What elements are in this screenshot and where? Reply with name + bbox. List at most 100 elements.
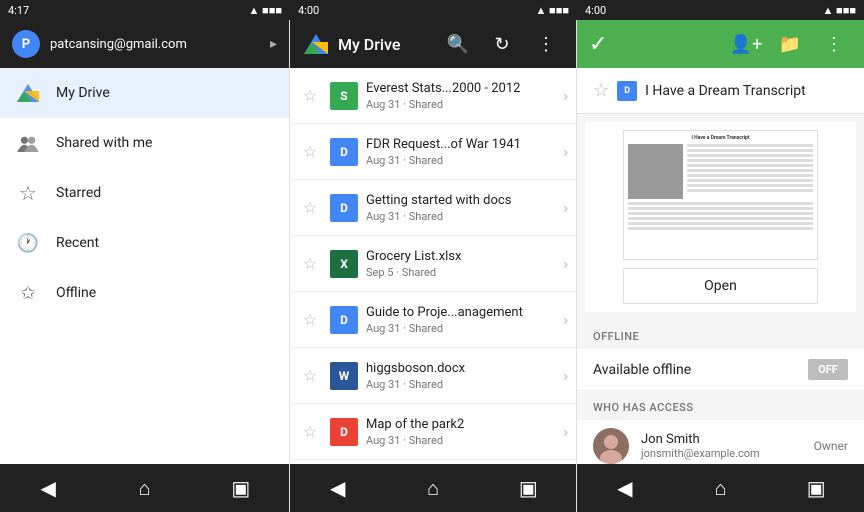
doc-preview-content: I Have a Dream Transcript xyxy=(624,131,817,259)
search-button[interactable]: 🔍 xyxy=(440,26,476,62)
home-button-right[interactable]: ⌂ xyxy=(700,468,740,508)
file-name: FDR Request...of War 1941 xyxy=(366,137,526,152)
file-meta: Aug 31 · Shared xyxy=(366,434,563,447)
sidebar-item-label-shared: Shared with me xyxy=(56,135,152,151)
file-name: Map of the park2 xyxy=(366,417,526,432)
check-icon: ✓ xyxy=(589,32,607,57)
right-content: ☆ D I Have a Dream Transcript I Have a D… xyxy=(577,68,864,464)
starred-icon: ☆ xyxy=(16,181,40,205)
file-info: Map of the park2 Aug 31 · Shared xyxy=(366,417,563,447)
left-panel: P patcansing@gmail.com ▸ My Drive Shared… xyxy=(0,20,290,512)
my-drive-icon xyxy=(16,81,40,105)
file-name: higgsboson.docx xyxy=(366,361,526,376)
file-info: higgsboson.docx Aug 31 · Shared xyxy=(366,361,563,391)
file-item[interactable]: ☆ S Everest Stats...2000 - 2012 Aug 31 ·… xyxy=(290,68,576,124)
file-preview-header: ☆ D I Have a Dream Transcript xyxy=(577,68,864,114)
sidebar-item-starred[interactable]: ☆ Starred xyxy=(0,168,289,218)
status-time-left: 4:17 xyxy=(8,4,29,17)
right-panel: ✓ 👤+ 📁 ⋮ ☆ D I Have a Dream Transcript I… xyxy=(577,20,864,512)
user-role-jon: Owner xyxy=(814,439,848,453)
file-star-icon[interactable]: ☆ xyxy=(298,198,322,217)
back-button-left[interactable]: ◀ xyxy=(28,468,68,508)
file-arrow-icon: › xyxy=(563,86,568,105)
file-meta: Aug 31 · Shared xyxy=(366,210,563,223)
sidebar-item-recent[interactable]: 🕐 Recent xyxy=(0,218,289,268)
file-item[interactable]: ☆ D FDR Request...of War 1941 Aug 31 · S… xyxy=(290,124,576,180)
status-icons-right: ▲ ■■■ xyxy=(822,4,856,17)
account-arrow-icon: ▸ xyxy=(270,36,277,52)
sidebar-item-label-starred: Starred xyxy=(56,185,101,201)
sidebar-item-label-offline: Offline xyxy=(56,285,96,301)
add-person-button[interactable]: 👤+ xyxy=(728,26,764,62)
access-info-jon: Jon Smith jonsmith@example.com xyxy=(641,432,814,460)
recents-button-mid[interactable]: ▣ xyxy=(508,468,548,508)
file-meta: Aug 31 · Shared xyxy=(366,98,563,111)
file-arrow-icon: › xyxy=(563,422,568,441)
back-button-right[interactable]: ◀ xyxy=(605,468,645,508)
preview-doc-icon: D xyxy=(617,81,637,101)
status-bar-right: 4:00 ▲ ■■■ xyxy=(577,0,864,20)
mid-bottom-nav: ◀ ⌂ ▣ xyxy=(290,464,576,512)
file-star-icon[interactable]: ☆ xyxy=(298,310,322,329)
file-info: Grocery List.xlsx Sep 5 · Shared xyxy=(366,249,563,279)
file-type-icon: W xyxy=(330,362,358,390)
account-header[interactable]: P patcansing@gmail.com ▸ xyxy=(0,20,289,68)
preview-star-icon[interactable]: ☆ xyxy=(593,80,609,101)
file-item[interactable]: ☆ D Guide to Proje...anagement Aug 31 · … xyxy=(290,292,576,348)
sync-button[interactable]: ↻ xyxy=(484,26,520,62)
offline-icon: ✩ xyxy=(16,281,40,305)
account-logo: P xyxy=(12,30,40,58)
file-arrow-icon: › xyxy=(563,198,568,217)
file-star-icon[interactable]: ☆ xyxy=(298,422,322,441)
file-name: Getting started with docs xyxy=(366,193,526,208)
file-item[interactable]: ☆ D Getting started with docs Aug 31 · S… xyxy=(290,180,576,236)
sidebar-item-label-recent: Recent xyxy=(56,235,99,251)
file-type-icon: D xyxy=(330,194,358,222)
status-time-mid: 4:00 xyxy=(298,4,319,17)
file-star-icon[interactable]: ☆ xyxy=(298,142,322,161)
user-email-jon: jonsmith@example.com xyxy=(641,447,814,460)
recents-button-right[interactable]: ▣ xyxy=(796,468,836,508)
account-email: patcansing@gmail.com xyxy=(50,37,260,52)
folder-button[interactable]: 📁 xyxy=(772,26,808,62)
status-bar-mid: 4:00 ▲ ■■■ xyxy=(290,0,577,20)
file-meta: Sep 5 · Shared xyxy=(366,266,563,279)
sidebar-item-shared-with-me[interactable]: Shared with me xyxy=(0,118,289,168)
file-item[interactable]: ☆ W higgsboson.docx Aug 31 · Shared › xyxy=(290,348,576,404)
recent-icon: 🕐 xyxy=(16,231,40,255)
right-header-icons: 👤+ 📁 ⋮ xyxy=(728,26,852,62)
file-info: Getting started with docs Aug 31 · Share… xyxy=(366,193,563,223)
who-has-access-header: WHO HAS ACCESS xyxy=(577,391,864,420)
offline-toggle[interactable]: OFF xyxy=(808,359,848,380)
file-meta: Aug 31 · Shared xyxy=(366,154,563,167)
sidebar-item-my-drive[interactable]: My Drive xyxy=(0,68,289,118)
file-info: Guide to Proje...anagement Aug 31 · Shar… xyxy=(366,305,563,335)
sidebar-item-offline[interactable]: ✩ Offline xyxy=(0,268,289,318)
file-item[interactable]: ☆ X Grocery List.xlsx Sep 5 · Shared › xyxy=(290,236,576,292)
open-button[interactable]: Open xyxy=(623,268,818,304)
file-type-icon: D xyxy=(330,306,358,334)
back-button-mid[interactable]: ◀ xyxy=(318,468,358,508)
file-item[interactable]: ☆ D Map of the park2 Aug 31 · Shared › xyxy=(290,404,576,460)
user-name-jon: Jon Smith xyxy=(641,432,814,447)
file-star-icon[interactable]: ☆ xyxy=(298,366,322,385)
shared-with-me-icon xyxy=(16,131,40,155)
avatar-jon xyxy=(593,428,629,464)
more-options-button[interactable]: ⋮ xyxy=(528,26,564,62)
home-button-mid[interactable]: ⌂ xyxy=(413,468,453,508)
status-icons-mid: ▲ ■■■ xyxy=(535,4,569,17)
right-more-button[interactable]: ⋮ xyxy=(816,26,852,62)
file-type-icon: D xyxy=(330,418,358,446)
mid-panel-title: My Drive xyxy=(338,35,432,54)
file-list: ☆ S Everest Stats...2000 - 2012 Aug 31 ·… xyxy=(290,68,576,464)
file-thumbnail: I Have a Dream Transcript xyxy=(585,122,856,312)
offline-section-header: OFFLINE xyxy=(577,320,864,349)
recents-button-left[interactable]: ▣ xyxy=(221,468,261,508)
file-star-icon[interactable]: ☆ xyxy=(298,86,322,105)
drive-logo-icon xyxy=(302,30,330,58)
file-star-icon[interactable]: ☆ xyxy=(298,254,322,273)
file-type-icon: X xyxy=(330,250,358,278)
home-button-left[interactable]: ⌂ xyxy=(124,468,164,508)
status-time-right: 4:00 xyxy=(585,4,606,17)
file-info: Everest Stats...2000 - 2012 Aug 31 · Sha… xyxy=(366,81,563,111)
